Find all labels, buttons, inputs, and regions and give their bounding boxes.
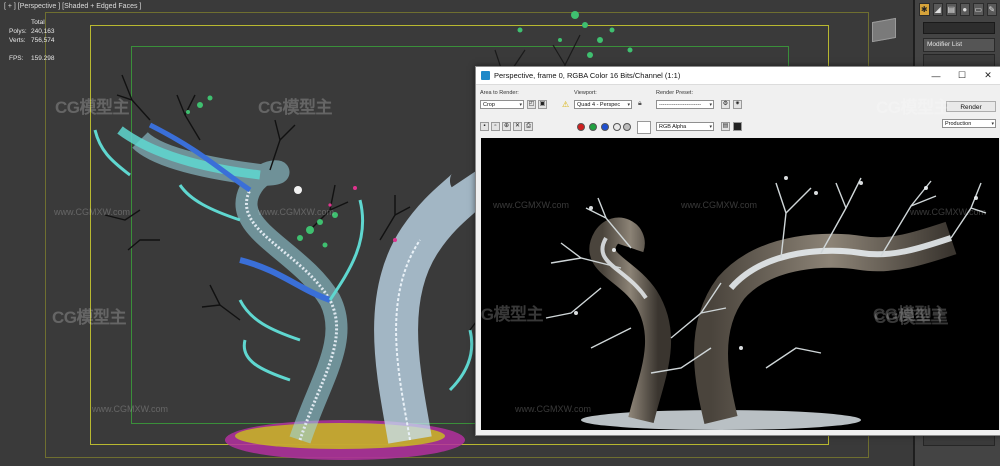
toggle-ui-icon[interactable]: [733, 122, 742, 131]
area-to-render-value: Crop: [483, 102, 495, 108]
object-name-field[interactable]: [923, 22, 995, 34]
environment-icon[interactable]: ✷: [733, 100, 742, 109]
watermark-url: www.CGMXW.com: [515, 404, 592, 414]
minimize-button[interactable]: —: [923, 67, 949, 84]
display-tab-icon[interactable]: ▭: [973, 3, 984, 16]
watermark-url: www.CGMXW.com: [681, 200, 758, 210]
copy-image-icon[interactable]: ▫: [491, 122, 500, 131]
modifier-list-dropdown[interactable]: Modifier List: [923, 38, 995, 52]
stats-header: Total: [31, 19, 45, 26]
render-setup-icon[interactable]: ⚙: [721, 100, 730, 109]
watermark-url: www.CGMXW.com: [258, 207, 335, 217]
watermark-brand: CG模型主: [55, 98, 130, 117]
fps-label: FPS:: [9, 55, 24, 62]
clear-icon[interactable]: ⎙: [524, 122, 533, 131]
scene-light-helper: [294, 186, 302, 194]
maximize-button[interactable]: ☐: [949, 67, 975, 84]
window-titlebar[interactable]: Perspective, frame 0, RGBA Color 16 Bits…: [476, 67, 1000, 85]
viewport-value: Quad 4 - Perspec: [577, 102, 621, 108]
monochrome-toggle[interactable]: [623, 123, 631, 131]
alpha-channel-toggle[interactable]: [613, 123, 621, 131]
watermark-url: www.CGMXW.com: [92, 404, 169, 414]
command-panel-tabs: ✱ ◢ ▤ ● ▭ ✎: [915, 0, 1000, 19]
close-button[interactable]: ✕: [975, 67, 1000, 84]
right-trunk: [374, 162, 494, 444]
print-icon[interactable]: ✕: [513, 122, 522, 131]
viewport-select[interactable]: Quad 4 - Perspec ▾: [574, 100, 632, 109]
rendered-tree-image: [545, 176, 987, 430]
channel-display-value: RGB Alpha: [659, 124, 687, 130]
green-channel-toggle[interactable]: [589, 123, 597, 131]
watermark-brand: CG模型主: [874, 308, 949, 327]
viewport-statistics: Total Polys: 240,163 Verts: 756,574 FPS:…: [9, 18, 55, 63]
hierarchy-tab-icon[interactable]: ▤: [946, 3, 957, 16]
rendered-image: CG模型主 CG模型主 www.CGMXW.com www.CGMXW.com …: [481, 138, 999, 430]
render-button[interactable]: Render: [946, 101, 996, 112]
verts-value: 756,574: [31, 37, 55, 44]
area-to-render-select[interactable]: Crop ▾: [480, 100, 524, 109]
watermark-brand: CG模型主: [52, 308, 127, 327]
channel-display-select[interactable]: RGB Alpha ▾: [656, 122, 714, 131]
render-preset-select[interactable]: ----------------------- ▾: [656, 100, 714, 109]
production-value: Production: [945, 121, 972, 127]
viewport-label-text: Viewport:: [574, 90, 597, 96]
render-preset-label: Render Preset:: [656, 90, 693, 96]
window-title: Perspective, frame 0, RGBA Color 16 Bits…: [494, 71, 681, 80]
watermark-url: www.CGMXW.com: [493, 200, 570, 210]
fps-value: 159.298: [31, 55, 55, 62]
rendered-frame-window: Perspective, frame 0, RGBA Color 16 Bits…: [475, 66, 1000, 436]
production-select[interactable]: Production ▾: [942, 119, 996, 128]
viewport-label[interactable]: [ + ] [Perspective ] [Shaded + Edged Fac…: [4, 3, 141, 10]
viewcube[interactable]: [872, 17, 896, 43]
app-icon: [481, 71, 490, 80]
create-tab-icon[interactable]: ✱: [919, 3, 930, 16]
motion-tab-icon[interactable]: ●: [959, 3, 970, 16]
polys-value: 240,163: [31, 28, 55, 35]
polys-label: Polys:: [9, 28, 27, 35]
warning-icon: ⚠: [562, 100, 570, 109]
watermark-url: www.CGMXW.com: [910, 207, 987, 217]
red-channel-toggle[interactable]: [577, 123, 585, 131]
watermark-brand: CG模型主: [481, 305, 544, 324]
lock-icon[interactable]: 🔒︎: [638, 100, 642, 108]
watermark-brand: CG模型主: [876, 98, 951, 117]
watermark-url: www.CGMXW.com: [54, 207, 131, 217]
clone-window-icon[interactable]: ⊕: [502, 122, 511, 131]
rendered-right-trunk: [694, 221, 957, 424]
swatch-color[interactable]: [637, 121, 651, 134]
auto-region-button[interactable]: ▣: [538, 100, 547, 109]
rendered-left-trunk: [589, 217, 672, 424]
save-image-icon[interactable]: ▪: [480, 122, 489, 131]
edit-region-button[interactable]: ◰: [527, 100, 536, 109]
modify-tab-icon[interactable]: ◢: [932, 3, 943, 16]
blue-channel-toggle[interactable]: [601, 123, 609, 131]
utilities-tab-icon[interactable]: ✎: [986, 3, 997, 16]
toggle-ui-overlays-icon[interactable]: ▤: [721, 122, 730, 131]
render-preset-value: -----------------------: [659, 102, 702, 108]
area-to-render-label: Area to Render:: [480, 90, 519, 96]
verts-label: Verts:: [9, 37, 26, 44]
watermark-brand: CG模型主: [258, 98, 333, 117]
